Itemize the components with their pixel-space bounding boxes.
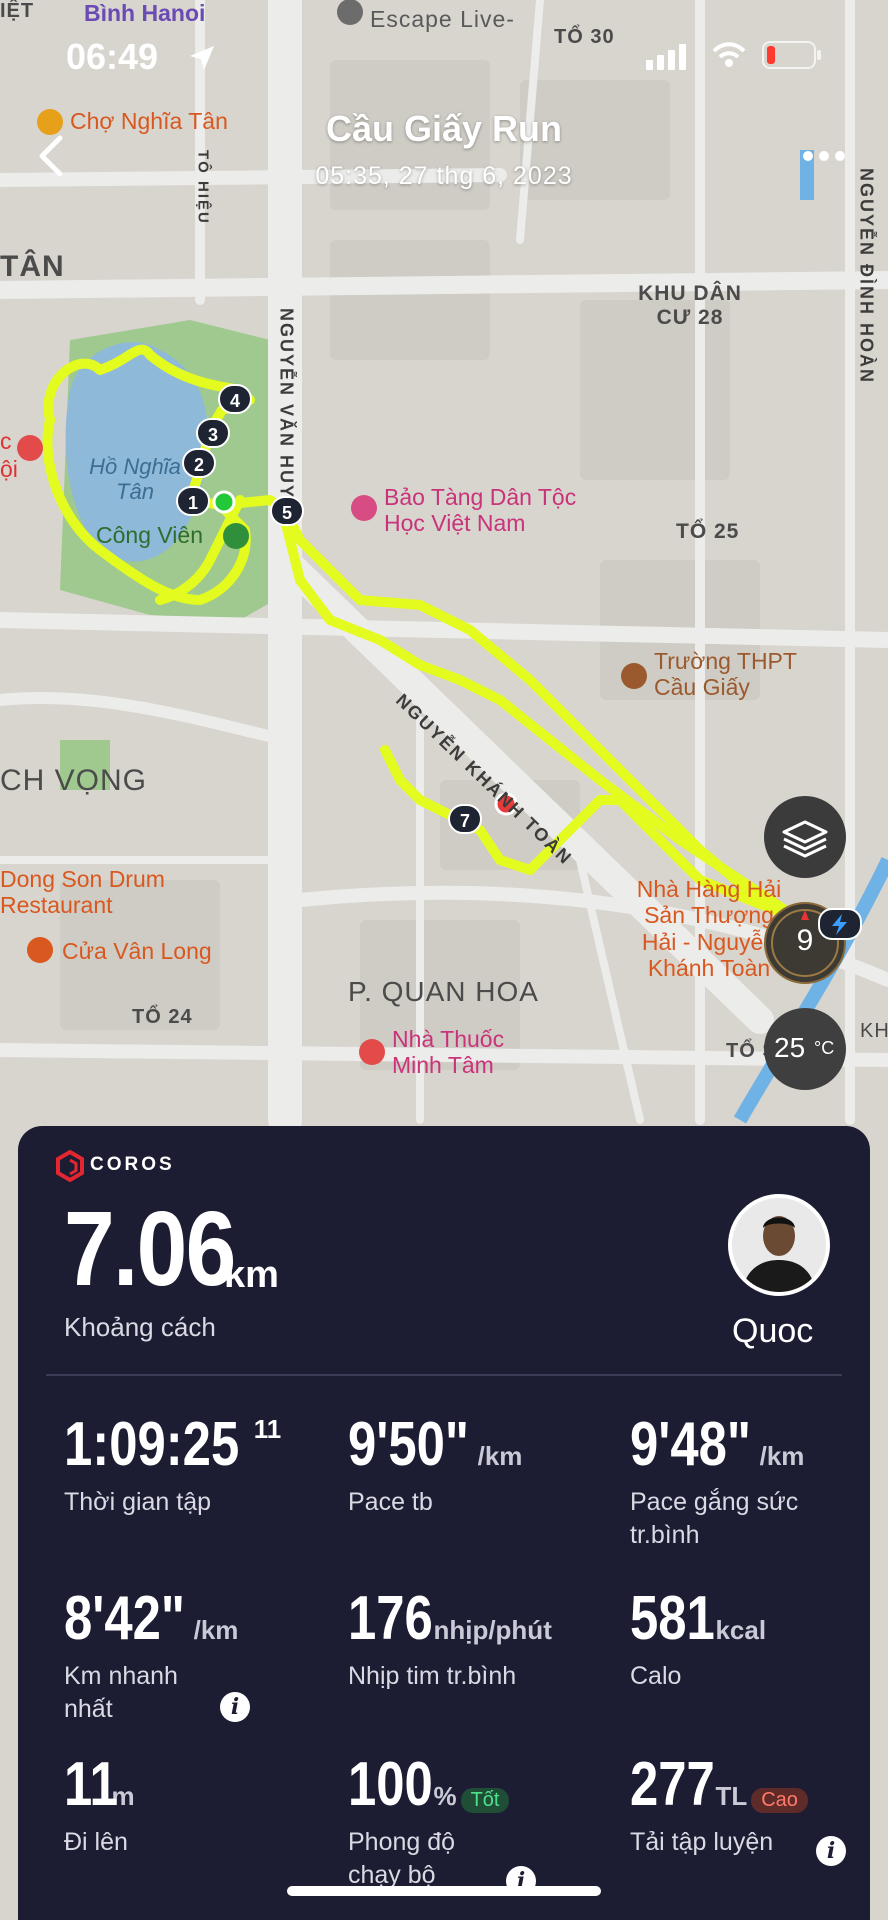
stat-running-form: 100% Tốt Phong độ chạy bộ i xyxy=(348,1750,608,1896)
more-button[interactable] xyxy=(800,146,848,166)
stat-sup: 11 xyxy=(253,1414,282,1444)
stat-value: 8'42" xyxy=(64,1584,186,1653)
wifi-icon xyxy=(712,42,746,67)
weather-button[interactable]: 25 °C xyxy=(764,1008,846,1090)
brand-name: COROS xyxy=(90,1154,175,1175)
stat-unit: /km xyxy=(477,1441,523,1471)
map-label: Dong Son Drum Restaurant xyxy=(0,866,165,919)
stat-value: 9'50" xyxy=(348,1410,470,1479)
stat-effort-pace: 9'48"/km Pace gắng sức tr.bình xyxy=(630,1414,840,1551)
info-icon[interactable]: i xyxy=(220,1692,250,1722)
map-label: Escape Live- xyxy=(370,6,515,32)
distance-unit: km xyxy=(224,1254,279,1296)
temperature-unit: °C xyxy=(814,1038,835,1058)
distance-value: 7.06 xyxy=(64,1190,236,1308)
coros-logo: COROS xyxy=(54,1149,204,1183)
distance-label: Khoảng cách xyxy=(64,1312,216,1342)
map-label: Công Viên xyxy=(96,522,203,548)
route-marker[interactable]: 1 xyxy=(176,486,211,516)
map-label: TỔ 25 xyxy=(676,520,740,543)
status-bar: 06:49 xyxy=(0,36,888,86)
map-label: ội xyxy=(0,456,18,482)
stat-unit: /km xyxy=(193,1615,239,1645)
stat-unit: kcal xyxy=(715,1615,767,1645)
more-dots-icon xyxy=(803,151,845,161)
stat-value: 11 xyxy=(64,1750,118,1819)
battery-icon xyxy=(762,41,821,69)
stat-label: Đi lên xyxy=(64,1828,128,1856)
page-title: Cầu Giấy Run xyxy=(325,108,563,149)
stat-elevation-gain: 11m Đi lên xyxy=(64,1754,324,1859)
divider xyxy=(46,1374,842,1376)
lightning-icon xyxy=(832,914,847,935)
map-label: CH VỌNG xyxy=(0,764,148,797)
status-badge: Cao xyxy=(751,1788,808,1814)
status-time: 06:49 xyxy=(66,36,159,77)
map-label: KH xyxy=(860,1020,888,1042)
map-label: Bình Hanoi xyxy=(84,0,206,26)
stat-value: 9'48" xyxy=(630,1410,752,1479)
map-label: P. QUAN HOA xyxy=(348,976,539,1007)
stat-unit: % xyxy=(433,1781,457,1811)
activity-summary-card: COROS 7.06 km Khoảng cách Quoc 1:09:25 11… xyxy=(18,1126,870,1920)
activity-datetime: 05:35, 27 thg 6, 2023 xyxy=(315,162,573,190)
info-icon[interactable]: i xyxy=(816,1836,846,1866)
home-indicator[interactable] xyxy=(287,1886,601,1896)
temperature-value: 25 xyxy=(774,1032,806,1063)
map-label: c xyxy=(0,428,12,454)
lightning-badge xyxy=(818,908,862,940)
stat-fastest-km: 8'42"/km Km nhanh nhất i xyxy=(64,1588,284,1725)
route-marker[interactable]: 7 xyxy=(448,804,483,834)
map-label: IỆT xyxy=(0,0,35,22)
stat-calories: 581kcal Calo xyxy=(630,1588,840,1693)
route-marker[interactable]: 2 xyxy=(182,448,217,478)
status-badge: Tốt xyxy=(460,1788,510,1814)
stat-label: Calo xyxy=(630,1662,682,1690)
stat-label: Pace tb xyxy=(348,1488,433,1516)
map-label: Cửa Vân Long xyxy=(62,938,212,964)
map-label: Trường THPT Cầu Giấy xyxy=(654,648,797,701)
stat-unit: TL xyxy=(715,1781,748,1811)
stat-label: Km nhanh nhất xyxy=(64,1662,178,1723)
stat-value: 1:09:25 xyxy=(64,1410,240,1479)
avatar[interactable] xyxy=(728,1194,830,1296)
stat-workout-time: 1:09:25 11 Thời gian tập xyxy=(64,1414,324,1519)
stat-training-load: 277TL Cao Tải tập luyện i xyxy=(630,1750,860,1866)
stat-unit: /km xyxy=(759,1441,805,1471)
route-marker[interactable]: 4 xyxy=(218,384,253,414)
map-label: NGUYỄN ĐÌNH HOÀN xyxy=(856,168,877,385)
map-label: KHU DÂN CƯ 28 xyxy=(638,282,742,330)
route-marker[interactable]: 5 xyxy=(270,496,305,526)
map-label: Nhà Thuốc Minh Tâm xyxy=(392,1026,505,1079)
signal-icon xyxy=(646,44,686,70)
location-arrow-icon xyxy=(190,46,214,70)
stat-label: Pace gắng sức tr.bình xyxy=(630,1488,799,1549)
map-layers-button[interactable] xyxy=(764,796,846,878)
user-photo xyxy=(732,1198,826,1292)
stat-value: 100 xyxy=(348,1750,433,1819)
route-marker[interactable]: 3 xyxy=(196,418,231,448)
stat-label: Phong độ chạy bộ xyxy=(348,1828,456,1889)
map-label: Bảo Tàng Dân Tộc Học Việt Nam xyxy=(384,484,577,537)
map-label: TỔ 24 xyxy=(132,1006,193,1028)
stat-heart-rate: 176nhịp/phút Nhịp tim tr.bình xyxy=(348,1588,608,1693)
layers-icon xyxy=(782,820,828,858)
user-name: Quoc xyxy=(732,1312,814,1350)
stat-value: 581 xyxy=(630,1584,715,1653)
stat-unit: nhịp/phút xyxy=(433,1615,552,1645)
stat-value: 277 xyxy=(630,1750,715,1819)
stat-avg-pace: 9'50"/km Pace tb xyxy=(348,1414,608,1519)
stat-label: Nhịp tim tr.bình xyxy=(348,1662,517,1690)
stat-label: Thời gian tập xyxy=(64,1488,212,1516)
map-label: TÂN xyxy=(0,250,65,283)
stat-value: 176 xyxy=(348,1584,433,1653)
